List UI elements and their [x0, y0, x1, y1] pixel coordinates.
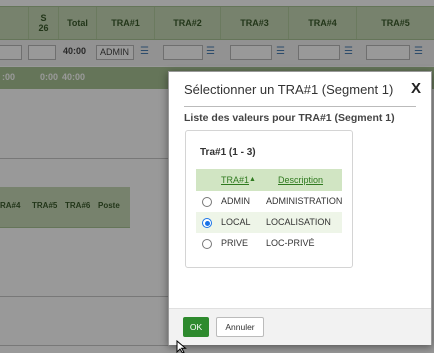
sort-up-icon: ▲	[249, 176, 256, 183]
radio-local[interactable]	[202, 218, 212, 228]
table-row[interactable]: PRIVE LOC-PRIVÉ	[196, 233, 342, 254]
table-header: TRA#1 ▲ Description	[196, 169, 342, 191]
close-icon[interactable]: X	[411, 80, 421, 97]
row-code: LOCAL	[221, 217, 251, 227]
cancel-button[interactable]: Annuler	[216, 317, 264, 337]
table-row[interactable]: LOCAL LOCALISATION	[196, 212, 342, 233]
dialog-footer: OK Annuler	[169, 308, 431, 345]
sort-by-description-link[interactable]: Description	[278, 175, 323, 185]
row-description: LOC-PRIVÉ	[266, 238, 315, 248]
values-panel: Tra#1 (1 - 3) TRA#1 ▲ Description ADMIN …	[185, 130, 353, 268]
radio-admin[interactable]	[202, 197, 212, 207]
table-row[interactable]: ADMIN ADMINISTRATION	[196, 191, 342, 212]
row-description: LOCALISATION	[266, 217, 331, 227]
ok-button[interactable]: OK	[183, 317, 209, 337]
dialog-title: Sélectionner un TRA#1 (Segment 1)	[184, 82, 394, 97]
mouse-cursor-icon	[176, 340, 187, 353]
row-description: ADMINISTRATION	[266, 196, 343, 206]
panel-title: Tra#1 (1 - 3)	[200, 147, 256, 158]
title-divider	[184, 106, 416, 107]
radio-prive[interactable]	[202, 239, 212, 249]
row-code: PRIVE	[221, 238, 249, 248]
sort-by-code-link[interactable]: TRA#1	[221, 175, 249, 185]
select-value-dialog: Sélectionner un TRA#1 (Segment 1) X List…	[168, 71, 432, 345]
dialog-subtitle: Liste des valeurs pour TRA#1 (Segment 1)	[184, 112, 395, 124]
values-table: TRA#1 ▲ Description ADMIN ADMINISTRATION…	[196, 169, 342, 254]
row-code: ADMIN	[221, 196, 250, 206]
